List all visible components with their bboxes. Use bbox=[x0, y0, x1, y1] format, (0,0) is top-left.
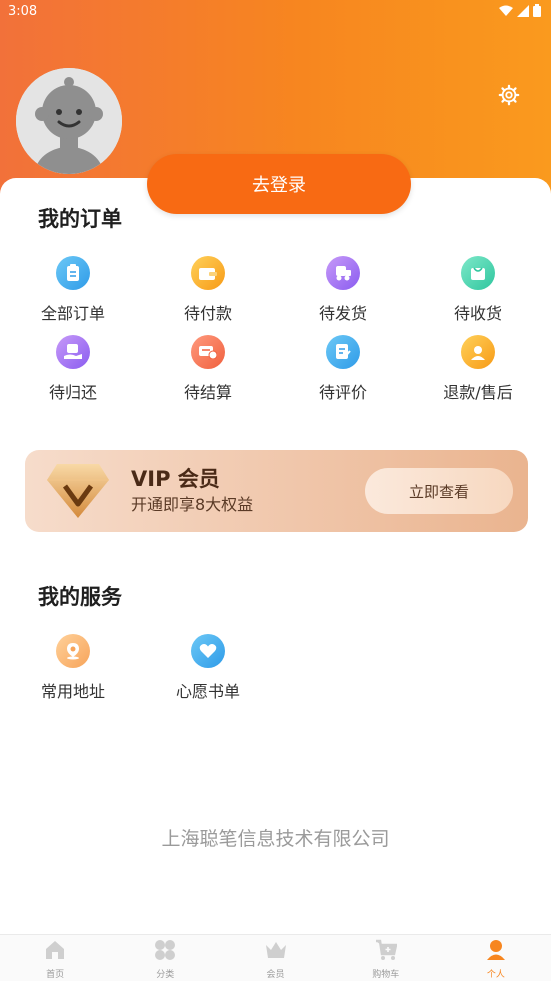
default-avatar-icon bbox=[16, 68, 122, 174]
tab-cart-label: 购物车 bbox=[372, 970, 400, 980]
service-wishlist-label: 心愿书单 bbox=[175, 682, 240, 701]
tab-profile-label: 个人 bbox=[486, 970, 505, 980]
status-bar: 3:08 bbox=[0, 0, 551, 24]
service-address[interactable]: 常用地址 bbox=[18, 634, 128, 702]
tab-category-label: 分类 bbox=[156, 970, 175, 980]
after-sale-icon bbox=[461, 335, 495, 369]
tab-category[interactable]: 分类 bbox=[110, 935, 220, 981]
order-pending-review-label: 待评价 bbox=[318, 383, 367, 402]
order-pending-return[interactable]: 待归还 bbox=[18, 335, 128, 403]
service-address-label: 常用地址 bbox=[40, 682, 105, 701]
tab-home-label: 首页 bbox=[46, 970, 65, 980]
status-time: 3:08 bbox=[8, 4, 38, 19]
order-pending-review[interactable]: 待评价 bbox=[288, 335, 398, 403]
tab-cart[interactable]: 购物车 bbox=[331, 935, 441, 981]
heart-icon bbox=[191, 634, 225, 668]
settings-gear-icon[interactable] bbox=[498, 84, 520, 106]
vip-view-button[interactable]: 立即查看 bbox=[365, 468, 513, 514]
tab-member-label: 会员 bbox=[266, 970, 285, 980]
order-pending-return-label: 待归还 bbox=[48, 383, 97, 402]
delivery-icon bbox=[326, 256, 360, 290]
package-icon bbox=[461, 256, 495, 290]
services-section-title: 我的服务 bbox=[38, 585, 122, 609]
crown-icon bbox=[265, 942, 286, 958]
cart-icon bbox=[375, 939, 398, 960]
category-icon bbox=[155, 940, 176, 960]
vip-banner[interactable]: VIP 会员 开通即享8大权益 立即查看 bbox=[25, 450, 528, 532]
return-icon bbox=[56, 335, 90, 369]
battery-icon bbox=[533, 4, 541, 17]
company-name: 上海聪笔信息技术有限公司 bbox=[161, 828, 390, 850]
vip-subtitle: 开通即享8大权益 bbox=[131, 495, 254, 514]
wifi-icon bbox=[499, 5, 513, 16]
tab-home[interactable]: 首页 bbox=[0, 935, 110, 981]
login-button[interactable]: 去登录 bbox=[147, 154, 411, 214]
order-pending-receipt[interactable]: 待收货 bbox=[423, 256, 533, 324]
orders-section-title: 我的订单 bbox=[38, 207, 122, 231]
status-icons bbox=[499, 4, 541, 17]
order-pending-settlement-label: 待结算 bbox=[183, 383, 232, 402]
tab-profile[interactable]: 个人 bbox=[441, 935, 551, 981]
home-icon bbox=[46, 941, 65, 959]
order-pending-payment-label: 待付款 bbox=[183, 304, 232, 323]
person-icon bbox=[486, 940, 505, 960]
order-pending-payment[interactable]: 待付款 bbox=[153, 256, 263, 324]
wallet-icon bbox=[191, 256, 225, 290]
bottom-tab-bar: 首页 分类 会员 购物车 个人 bbox=[0, 934, 551, 981]
order-pending-shipment[interactable]: 待发货 bbox=[288, 256, 398, 324]
order-pending-receipt-label: 待收货 bbox=[453, 304, 502, 323]
avatar[interactable] bbox=[16, 68, 122, 174]
settle-icon bbox=[191, 335, 225, 369]
location-icon bbox=[56, 634, 90, 668]
vip-title: VIP 会员 bbox=[131, 467, 220, 491]
signal-icon bbox=[517, 4, 529, 17]
order-pending-shipment-label: 待发货 bbox=[318, 304, 367, 323]
order-all[interactable]: 全部订单 bbox=[18, 256, 128, 324]
review-icon bbox=[326, 335, 360, 369]
order-pending-settlement[interactable]: 待结算 bbox=[153, 335, 263, 403]
order-after-sale-label: 退款/售后 bbox=[443, 383, 513, 402]
diamond-icon bbox=[47, 464, 109, 518]
clipboard-icon bbox=[56, 256, 90, 290]
service-wishlist[interactable]: 心愿书单 bbox=[153, 634, 263, 702]
tab-member[interactable]: 会员 bbox=[220, 935, 330, 981]
order-after-sale[interactable]: 退款/售后 bbox=[423, 335, 533, 403]
order-all-label: 全部订单 bbox=[40, 304, 105, 323]
